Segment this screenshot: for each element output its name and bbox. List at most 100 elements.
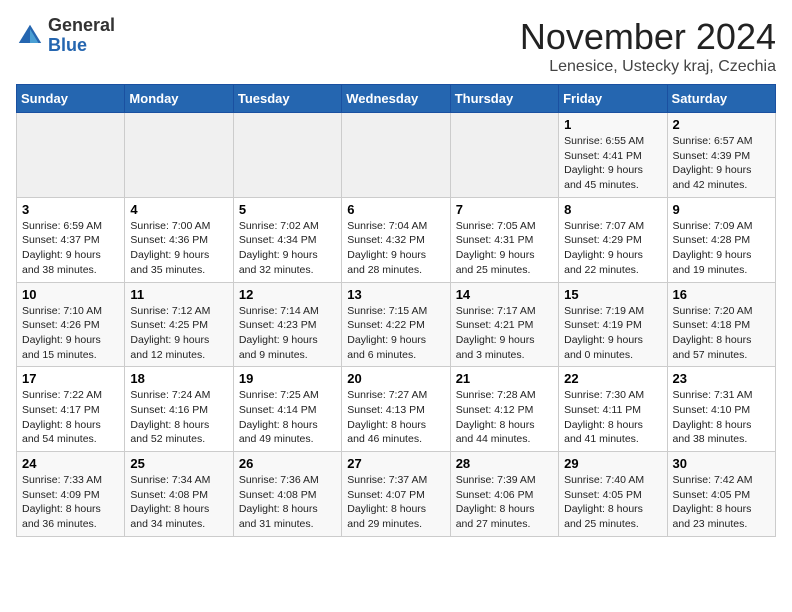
calendar-week-row: 17 Sunrise: 7:22 AM Sunset: 4:17 PM Dayli… bbox=[17, 367, 776, 452]
calendar-day-cell: 15 Sunrise: 7:19 AM Sunset: 4:19 PM Dayli… bbox=[559, 282, 667, 367]
calendar-day-cell bbox=[233, 113, 341, 198]
calendar-day-cell: 11 Sunrise: 7:12 AM Sunset: 4:25 PM Dayli… bbox=[125, 282, 233, 367]
logo: General Blue bbox=[16, 16, 115, 56]
day-number: 29 bbox=[564, 456, 661, 471]
calendar-week-row: 10 Sunrise: 7:10 AM Sunset: 4:26 PM Dayli… bbox=[17, 282, 776, 367]
calendar-day-cell: 6 Sunrise: 7:04 AM Sunset: 4:32 PM Daylig… bbox=[342, 197, 450, 282]
day-info: Sunrise: 6:57 AM Sunset: 4:39 PM Dayligh… bbox=[673, 134, 770, 193]
day-info: Sunrise: 7:02 AM Sunset: 4:34 PM Dayligh… bbox=[239, 219, 336, 278]
day-number: 20 bbox=[347, 371, 444, 386]
day-info: Sunrise: 7:33 AM Sunset: 4:09 PM Dayligh… bbox=[22, 473, 119, 532]
calendar-day-cell: 17 Sunrise: 7:22 AM Sunset: 4:17 PM Dayli… bbox=[17, 367, 125, 452]
calendar-day-cell: 21 Sunrise: 7:28 AM Sunset: 4:12 PM Dayli… bbox=[450, 367, 558, 452]
day-info: Sunrise: 7:09 AM Sunset: 4:28 PM Dayligh… bbox=[673, 219, 770, 278]
calendar-day-cell: 28 Sunrise: 7:39 AM Sunset: 4:06 PM Dayli… bbox=[450, 452, 558, 537]
day-info: Sunrise: 7:07 AM Sunset: 4:29 PM Dayligh… bbox=[564, 219, 661, 278]
day-number: 3 bbox=[22, 202, 119, 217]
day-info: Sunrise: 7:40 AM Sunset: 4:05 PM Dayligh… bbox=[564, 473, 661, 532]
month-title: November 2024 bbox=[520, 16, 776, 58]
day-number: 30 bbox=[673, 456, 770, 471]
day-info: Sunrise: 7:00 AM Sunset: 4:36 PM Dayligh… bbox=[130, 219, 227, 278]
day-number: 11 bbox=[130, 287, 227, 302]
day-number: 17 bbox=[22, 371, 119, 386]
day-number: 16 bbox=[673, 287, 770, 302]
day-info: Sunrise: 7:05 AM Sunset: 4:31 PM Dayligh… bbox=[456, 219, 553, 278]
day-number: 4 bbox=[130, 202, 227, 217]
day-info: Sunrise: 7:30 AM Sunset: 4:11 PM Dayligh… bbox=[564, 388, 661, 447]
day-number: 19 bbox=[239, 371, 336, 386]
calendar-day-cell: 8 Sunrise: 7:07 AM Sunset: 4:29 PM Daylig… bbox=[559, 197, 667, 282]
calendar-day-cell: 12 Sunrise: 7:14 AM Sunset: 4:23 PM Dayli… bbox=[233, 282, 341, 367]
day-of-week-header: Monday bbox=[125, 85, 233, 113]
calendar-day-cell: 10 Sunrise: 7:10 AM Sunset: 4:26 PM Dayli… bbox=[17, 282, 125, 367]
title-block: November 2024 Lenesice, Ustecky kraj, Cz… bbox=[520, 16, 776, 76]
day-number: 21 bbox=[456, 371, 553, 386]
calendar-day-cell: 2 Sunrise: 6:57 AM Sunset: 4:39 PM Daylig… bbox=[667, 113, 775, 198]
logo-icon bbox=[16, 22, 44, 50]
day-number: 26 bbox=[239, 456, 336, 471]
day-info: Sunrise: 7:20 AM Sunset: 4:18 PM Dayligh… bbox=[673, 304, 770, 363]
day-info: Sunrise: 7:27 AM Sunset: 4:13 PM Dayligh… bbox=[347, 388, 444, 447]
calendar-day-cell: 5 Sunrise: 7:02 AM Sunset: 4:34 PM Daylig… bbox=[233, 197, 341, 282]
day-info: Sunrise: 7:39 AM Sunset: 4:06 PM Dayligh… bbox=[456, 473, 553, 532]
day-number: 14 bbox=[456, 287, 553, 302]
day-number: 27 bbox=[347, 456, 444, 471]
day-number: 9 bbox=[673, 202, 770, 217]
header: General Blue November 2024 Lenesice, Ust… bbox=[16, 16, 776, 76]
day-number: 28 bbox=[456, 456, 553, 471]
calendar-day-cell: 26Sunrise: 7:36 AM Sunset: 4:08 PM Dayli… bbox=[233, 452, 341, 537]
calendar-week-row: 3Sunrise: 6:59 AM Sunset: 4:37 PM Daylig… bbox=[17, 197, 776, 282]
calendar-day-cell: 3Sunrise: 6:59 AM Sunset: 4:37 PM Daylig… bbox=[17, 197, 125, 282]
calendar-day-cell: 27 Sunrise: 7:37 AM Sunset: 4:07 PM Dayli… bbox=[342, 452, 450, 537]
day-number: 6 bbox=[347, 202, 444, 217]
day-info: Sunrise: 7:10 AM Sunset: 4:26 PM Dayligh… bbox=[22, 304, 119, 363]
day-number: 12 bbox=[239, 287, 336, 302]
day-info: Sunrise: 7:42 AM Sunset: 4:05 PM Dayligh… bbox=[673, 473, 770, 532]
day-number: 10 bbox=[22, 287, 119, 302]
day-info: Sunrise: 7:37 AM Sunset: 4:07 PM Dayligh… bbox=[347, 473, 444, 532]
day-of-week-header: Tuesday bbox=[233, 85, 341, 113]
day-info: Sunrise: 7:04 AM Sunset: 4:32 PM Dayligh… bbox=[347, 219, 444, 278]
calendar-day-cell: 1 Sunrise: 6:55 AM Sunset: 4:41 PM Daylig… bbox=[559, 113, 667, 198]
day-number: 18 bbox=[130, 371, 227, 386]
day-info: Sunrise: 7:31 AM Sunset: 4:10 PM Dayligh… bbox=[673, 388, 770, 447]
calendar-day-cell: 30 Sunrise: 7:42 AM Sunset: 4:05 PM Dayli… bbox=[667, 452, 775, 537]
day-of-week-header: Thursday bbox=[450, 85, 558, 113]
day-number: 25 bbox=[130, 456, 227, 471]
day-number: 22 bbox=[564, 371, 661, 386]
calendar-day-cell: 13Sunrise: 7:15 AM Sunset: 4:22 PM Dayli… bbox=[342, 282, 450, 367]
day-info: Sunrise: 7:14 AM Sunset: 4:23 PM Dayligh… bbox=[239, 304, 336, 363]
day-number: 2 bbox=[673, 117, 770, 132]
day-number: 8 bbox=[564, 202, 661, 217]
day-info: Sunrise: 7:15 AM Sunset: 4:22 PM Dayligh… bbox=[347, 304, 444, 363]
calendar-day-cell: 18 Sunrise: 7:24 AM Sunset: 4:16 PM Dayli… bbox=[125, 367, 233, 452]
day-info: Sunrise: 7:22 AM Sunset: 4:17 PM Dayligh… bbox=[22, 388, 119, 447]
day-number: 24 bbox=[22, 456, 119, 471]
location-subtitle: Lenesice, Ustecky kraj, Czechia bbox=[520, 58, 776, 76]
calendar-day-cell: 14Sunrise: 7:17 AM Sunset: 4:21 PM Dayli… bbox=[450, 282, 558, 367]
calendar-day-cell: 16 Sunrise: 7:20 AM Sunset: 4:18 PM Dayli… bbox=[667, 282, 775, 367]
calendar-day-cell: 19 Sunrise: 7:25 AM Sunset: 4:14 PM Dayli… bbox=[233, 367, 341, 452]
day-info: Sunrise: 6:55 AM Sunset: 4:41 PM Dayligh… bbox=[564, 134, 661, 193]
day-info: Sunrise: 7:34 AM Sunset: 4:08 PM Dayligh… bbox=[130, 473, 227, 532]
day-of-week-header: Wednesday bbox=[342, 85, 450, 113]
day-number: 15 bbox=[564, 287, 661, 302]
calendar-day-cell bbox=[450, 113, 558, 198]
day-number: 1 bbox=[564, 117, 661, 132]
calendar-header-row: SundayMondayTuesdayWednesdayThursdayFrid… bbox=[17, 85, 776, 113]
calendar-day-cell bbox=[125, 113, 233, 198]
day-number: 7 bbox=[456, 202, 553, 217]
calendar-day-cell: 29 Sunrise: 7:40 AM Sunset: 4:05 PM Dayli… bbox=[559, 452, 667, 537]
day-of-week-header: Friday bbox=[559, 85, 667, 113]
calendar-day-cell bbox=[342, 113, 450, 198]
day-info: Sunrise: 7:12 AM Sunset: 4:25 PM Dayligh… bbox=[130, 304, 227, 363]
day-number: 5 bbox=[239, 202, 336, 217]
logo-text: General Blue bbox=[48, 16, 115, 56]
calendar: SundayMondayTuesdayWednesdayThursdayFrid… bbox=[16, 84, 776, 537]
day-info: Sunrise: 7:24 AM Sunset: 4:16 PM Dayligh… bbox=[130, 388, 227, 447]
calendar-day-cell: 25 Sunrise: 7:34 AM Sunset: 4:08 PM Dayli… bbox=[125, 452, 233, 537]
calendar-day-cell: 24 Sunrise: 7:33 AM Sunset: 4:09 PM Dayli… bbox=[17, 452, 125, 537]
day-info: Sunrise: 7:25 AM Sunset: 4:14 PM Dayligh… bbox=[239, 388, 336, 447]
day-info: Sunrise: 7:19 AM Sunset: 4:19 PM Dayligh… bbox=[564, 304, 661, 363]
day-info: Sunrise: 7:28 AM Sunset: 4:12 PM Dayligh… bbox=[456, 388, 553, 447]
